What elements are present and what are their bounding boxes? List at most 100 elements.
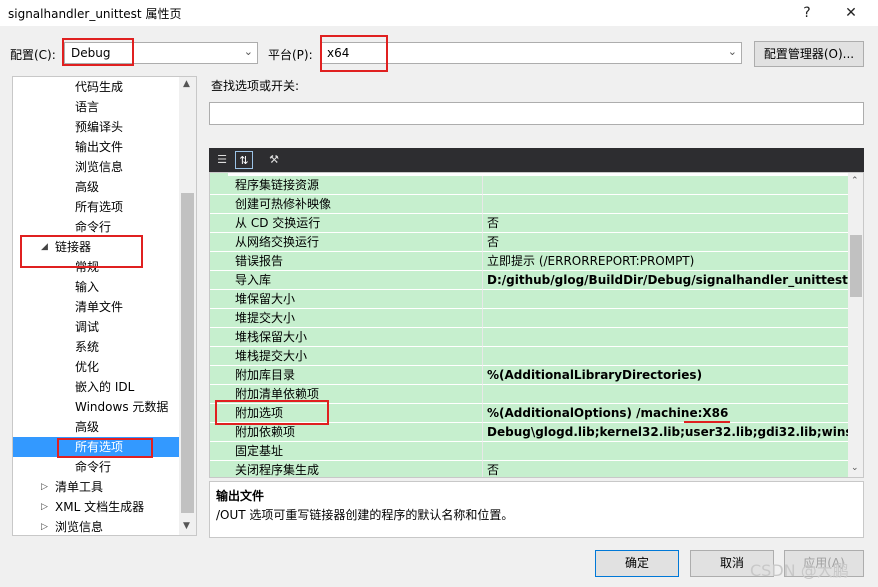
grid-row[interactable]: 导入库 D:/github/glog/BuildDir/Debug/signalh…	[210, 271, 848, 290]
property-value[interactable]	[483, 309, 848, 328]
expand-triangle-icon[interactable]: ◢	[41, 242, 48, 252]
tree-item[interactable]: 输入	[75, 277, 99, 297]
property-name: 附加清单依赖项	[210, 385, 483, 404]
ok-button[interactable]: 确定	[595, 550, 679, 577]
property-name: 错误报告	[210, 252, 483, 271]
property-value[interactable]: Debug\glogd.lib;kernel32.lib;user32.lib;…	[483, 423, 848, 442]
tree-item[interactable]: 命令行	[75, 217, 111, 237]
property-name: 导入库	[210, 271, 483, 290]
tree-item[interactable]: XML 文档生成器	[55, 497, 144, 517]
tree-item[interactable]: 调试	[75, 317, 99, 337]
property-value[interactable]	[483, 176, 848, 195]
scroll-down-icon[interactable]: ⌄	[851, 463, 859, 473]
tree-item[interactable]: 优化	[75, 357, 99, 377]
tree-item[interactable]: 嵌入的 IDL	[75, 377, 134, 397]
tree-item[interactable]: 清单文件	[75, 297, 123, 317]
property-grid: 程序集链接资源 创建可热修补映像 从 CD 交换运行否 从网络交换运行否 错误报…	[209, 172, 864, 478]
property-name: 附加库目录	[210, 366, 483, 385]
grid-scrollbar[interactable]: ⌃ ⌄	[848, 173, 863, 477]
category-tree[interactable]: 代码生成 语言 预编译头 输出文件 浏览信息 高级 所有选项 命令行 ◢ 链接器…	[12, 76, 197, 536]
annotation-underline	[684, 421, 730, 423]
property-value[interactable]: D:/github/glog/BuildDir/Debug/signalhand…	[483, 271, 848, 290]
tree-item-all-options-selected[interactable]: 所有选项	[13, 437, 179, 457]
chevron-down-icon: ⌄	[727, 45, 737, 58]
grid-row[interactable]: 从 CD 交换运行否	[210, 214, 848, 233]
tree-item[interactable]: Windows 元数据	[75, 397, 168, 417]
tree-item[interactable]: 输出文件	[75, 137, 123, 157]
grid-row[interactable]: 堆提交大小	[210, 309, 848, 328]
scroll-up-icon[interactable]: ⌃	[851, 176, 859, 186]
tree-item[interactable]: 浏览信息	[75, 157, 123, 177]
scroll-down-icon[interactable]: ▼	[183, 521, 190, 531]
grid-row[interactable]: 关闭程序集生成否	[210, 461, 848, 477]
property-name: 创建可热修补映像	[210, 195, 483, 214]
property-value[interactable]	[483, 442, 848, 461]
property-value[interactable]	[483, 290, 848, 309]
grid-row-additional-options[interactable]: 附加选项 %(AdditionalOptions) /machine:X86	[210, 404, 848, 423]
property-value[interactable]	[483, 347, 848, 366]
watermark: CSDN @大鹏	[750, 561, 849, 580]
wrench-icon[interactable]: ⚒	[265, 151, 283, 169]
title-bar: signalhandler_unittest 属性页 ? ✕	[0, 0, 878, 26]
search-label: 查找选项或开关:	[211, 79, 300, 93]
grid-row[interactable]: 程序集链接资源	[210, 176, 848, 195]
tree-item[interactable]: 所有选项	[75, 197, 123, 217]
property-name: 固定基址	[210, 442, 483, 461]
scroll-up-icon[interactable]: ▲	[183, 79, 190, 89]
categorized-view-icon[interactable]: ☰	[213, 151, 231, 169]
alphabetical-sort-icon[interactable]: ⇅	[235, 151, 253, 169]
property-value[interactable]: %(AdditionalLibraryDirectories)	[483, 366, 848, 385]
property-name: 从 CD 交换运行	[210, 214, 483, 233]
scroll-thumb[interactable]	[181, 193, 194, 513]
property-value[interactable]: 否	[483, 233, 848, 252]
property-name: 堆保留大小	[210, 290, 483, 309]
property-value[interactable]: %(AdditionalOptions) /machine:X86	[483, 404, 848, 423]
platform-value: x64	[327, 46, 350, 60]
property-value[interactable]: 否	[483, 214, 848, 233]
grid-row[interactable]: 错误报告 立即提示 (/ERRORREPORT:PROMPT)	[210, 252, 848, 271]
property-value[interactable]	[483, 385, 848, 404]
platform-dropdown[interactable]: x64 ⌄	[320, 42, 742, 64]
collapse-triangle-icon[interactable]: ▷	[41, 502, 48, 512]
search-input[interactable]	[209, 102, 864, 125]
scroll-thumb[interactable]	[850, 235, 862, 297]
grid-row[interactable]: 附加依赖项 Debug\glogd.lib;kernel32.lib;user32…	[210, 423, 848, 442]
tree-item[interactable]: 预编译头	[75, 117, 123, 137]
tree-item[interactable]: 清单工具	[55, 477, 103, 497]
tree-item-linker[interactable]: 链接器	[55, 237, 91, 257]
tree-item[interactable]: 浏览信息	[55, 517, 103, 535]
collapse-triangle-icon[interactable]: ▷	[41, 522, 48, 532]
tree-scrollbar[interactable]: ▲ ▼	[179, 77, 196, 535]
collapse-triangle-icon[interactable]: ▷	[41, 482, 48, 492]
tree-item[interactable]: 语言	[75, 97, 99, 117]
property-value[interactable]	[483, 195, 848, 214]
platform-label: 平台(P):	[268, 48, 313, 62]
grid-row[interactable]: 附加库目录 %(AdditionalLibraryDirectories)	[210, 366, 848, 385]
grid-row[interactable]: 附加清单依赖项	[210, 385, 848, 404]
grid-row[interactable]: 堆保留大小	[210, 290, 848, 309]
grid-row[interactable]: 创建可热修补映像	[210, 195, 848, 214]
grid-row[interactable]: 从网络交换运行否	[210, 233, 848, 252]
window-title: signalhandler_unittest 属性页	[8, 7, 182, 21]
tree-item[interactable]: 代码生成	[75, 77, 123, 97]
tree-item[interactable]: 命令行	[75, 457, 111, 477]
property-value[interactable]	[483, 328, 848, 347]
property-name: 从网络交换运行	[210, 233, 483, 252]
tree-item[interactable]: 高级	[75, 177, 99, 197]
property-value[interactable]: 否	[483, 461, 848, 477]
config-dropdown[interactable]: Debug ⌄	[64, 42, 258, 64]
tree-item[interactable]: 高级	[75, 417, 99, 437]
property-name: 关闭程序集生成	[210, 461, 483, 477]
property-name: 附加选项	[210, 404, 483, 423]
tree-item[interactable]: 常规	[75, 257, 99, 277]
grid-row[interactable]: 堆栈提交大小	[210, 347, 848, 366]
grid-row[interactable]: 堆栈保留大小	[210, 328, 848, 347]
config-label: 配置(C):	[10, 48, 56, 62]
grid-row[interactable]: 固定基址	[210, 442, 848, 461]
property-name: 堆栈提交大小	[210, 347, 483, 366]
close-button[interactable]: ✕	[838, 2, 864, 24]
help-button[interactable]: ?	[794, 2, 820, 24]
tree-item[interactable]: 系统	[75, 337, 99, 357]
property-value[interactable]: 立即提示 (/ERRORREPORT:PROMPT)	[483, 252, 848, 271]
config-manager-button[interactable]: 配置管理器(O)...	[754, 41, 864, 67]
